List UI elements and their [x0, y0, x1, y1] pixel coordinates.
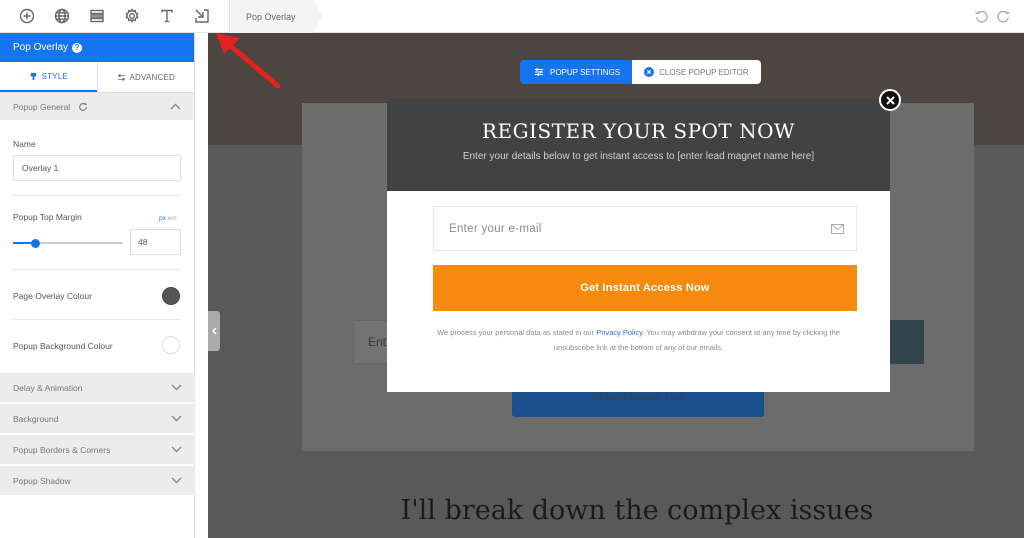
unit-em[interactable]: em [168, 215, 177, 222]
unit-toggle[interactable]: px em [159, 215, 177, 222]
top-margin-input[interactable]: 48 [130, 229, 181, 255]
name-field[interactable]: Overlay 1 [13, 155, 181, 181]
sliders-icon [535, 68, 543, 76]
popup-close-button[interactable] [879, 89, 901, 111]
add-icon[interactable] [17, 6, 37, 26]
annotation-arrow-icon [216, 33, 281, 89]
chevron-up-icon[interactable] [170, 102, 181, 112]
chevron-down-icon[interactable] [171, 476, 182, 486]
email-input[interactable]: Enter your e-mail [433, 206, 857, 251]
close-icon [885, 95, 895, 105]
redo-icon[interactable] [994, 7, 1012, 25]
chevron-left-icon [211, 327, 216, 335]
bg-colour-swatch[interactable] [162, 336, 180, 354]
divider [13, 269, 181, 270]
globe-icon[interactable] [52, 6, 72, 26]
chevron-down-icon[interactable] [171, 383, 182, 393]
undo-icon[interactable] [972, 7, 990, 25]
popup-header: REGISTER YOUR SPOT NOW Enter your detail… [387, 99, 890, 191]
divider [13, 319, 181, 320]
reset-icon[interactable] [78, 102, 88, 112]
tab-style[interactable]: STYLE [0, 62, 97, 92]
section-background[interactable]: Background [0, 404, 195, 433]
popup-settings-button[interactable]: POPUP SETTINGS [520, 60, 633, 84]
section-label: Popup Borders & Corners [13, 444, 111, 455]
privacy-policy-link[interactable]: Privacy Policy [596, 328, 642, 337]
sidebar-tabs: STYLE ADVANCED [0, 62, 194, 93]
section-popup-general[interactable]: Popup General [0, 93, 194, 122]
section-label: Popup Shadow [13, 475, 71, 486]
text-icon[interactable] [157, 6, 177, 26]
unit-px[interactable]: px [159, 215, 166, 222]
layers-icon[interactable] [87, 6, 107, 26]
privacy-text-pre: We process your personal data as stated … [437, 328, 597, 337]
section-delay-animation[interactable]: Delay & Animation [0, 373, 195, 402]
overlay-colour-swatch[interactable] [162, 287, 180, 305]
close-popup-editor-label: CLOSE POPUP EDITOR [659, 67, 749, 77]
section-popup-shadow[interactable]: Popup Shadow [0, 466, 195, 495]
get-access-button[interactable]: Get Instant Access Now [433, 265, 857, 311]
sidebar-title: Pop Overlay [13, 42, 69, 53]
chevron-down-icon[interactable] [171, 414, 182, 424]
chevron-down-icon[interactable] [171, 445, 182, 455]
bg-colour-label: Popup Background Colour [13, 341, 113, 351]
divider [13, 195, 181, 196]
popup-editor-controls: POPUP SETTINGS CLOSE POPUP EDITOR [520, 60, 761, 84]
settings-sidebar: Pop Overlay ? STYLE ADVANCED Popup Gener… [0, 33, 195, 538]
tab-style-label: STYLE [41, 71, 68, 81]
tab-advanced[interactable]: ADVANCED [96, 62, 195, 92]
top-margin-label: Popup Top Margin [13, 212, 82, 222]
close-circle-icon [644, 67, 655, 77]
page-heading: I'll break down the complex issues [400, 495, 874, 526]
gear-icon[interactable] [122, 6, 142, 26]
brush-icon [30, 72, 36, 80]
mail-icon [831, 224, 844, 234]
close-popup-editor-button[interactable]: CLOSE POPUP EDITOR [632, 60, 761, 84]
section-borders-corners[interactable]: Popup Borders & Corners [0, 435, 195, 464]
section-label: Background [13, 413, 59, 424]
popup-overlay[interactable]: REGISTER YOUR SPOT NOW Enter your detail… [387, 99, 890, 392]
sidebar-header: Pop Overlay ? [0, 33, 194, 62]
section-label: Delay & Animation [13, 382, 83, 393]
top-margin-slider-handle[interactable] [30, 238, 40, 248]
help-icon[interactable]: ? [72, 42, 83, 53]
email-placeholder: Enter your e-mail [449, 222, 542, 235]
privacy-notice: We process your personal data as stated … [417, 325, 860, 355]
overlay-colour-label: Page Overlay Colour [13, 291, 92, 301]
tab-advanced-label: ADVANCED [129, 72, 175, 82]
section-popup-general-label: Popup General [13, 101, 71, 112]
popup-settings-label: POPUP SETTINGS [550, 67, 621, 77]
breadcrumb[interactable]: Pop Overlay [229, 0, 323, 33]
sidebar-collapse-handle[interactable] [208, 311, 220, 351]
top-toolbar: Pop Overlay [0, 0, 1024, 33]
exit-icon[interactable] [192, 6, 212, 26]
popup-subtitle[interactable]: Enter your details below to get instant … [387, 151, 890, 162]
sliders-icon [117, 73, 125, 81]
popup-title[interactable]: REGISTER YOUR SPOT NOW [387, 119, 890, 143]
page-submit-block [888, 320, 924, 364]
name-label: Name [13, 139, 36, 149]
